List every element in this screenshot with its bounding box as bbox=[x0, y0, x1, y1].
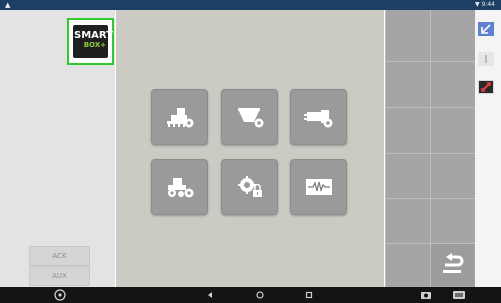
sensor-settings-button[interactable] bbox=[290, 89, 347, 145]
lock-settings-button[interactable] bbox=[221, 159, 278, 215]
grid-divider bbox=[385, 198, 475, 199]
implement-settings-icon bbox=[166, 108, 193, 128]
grid-divider bbox=[385, 153, 475, 154]
more-vertical-icon bbox=[485, 55, 487, 63]
diagnostics-button[interactable] bbox=[290, 159, 347, 215]
sensor-settings-icon bbox=[303, 110, 332, 128]
screenshot-icon[interactable] bbox=[452, 289, 466, 301]
back-button[interactable] bbox=[431, 244, 474, 286]
arrow-down-left-icon bbox=[481, 24, 491, 34]
nav-back-icon[interactable] bbox=[205, 290, 215, 300]
status-left-glyph: ▲ bbox=[5, 1, 11, 9]
more-options-button[interactable] bbox=[478, 52, 494, 66]
tractor-settings-icon bbox=[167, 178, 193, 198]
logo-text-smart: SMART bbox=[74, 30, 113, 41]
nav-recents-icon[interactable] bbox=[304, 290, 314, 300]
logo-plate: SMART BOX+ bbox=[73, 25, 113, 58]
grid-divider bbox=[385, 107, 475, 108]
status-bar: ▲ ▼ 9:44 bbox=[0, 0, 501, 10]
nav-home-icon[interactable] bbox=[255, 290, 265, 300]
back-arrow-icon bbox=[443, 253, 464, 273]
tractor-settings-button[interactable] bbox=[151, 159, 208, 215]
expand-arrows-icon bbox=[479, 81, 493, 93]
expand-button[interactable] bbox=[478, 80, 494, 94]
ack-button[interactable]: ACK bbox=[29, 246, 90, 266]
lock-settings-icon bbox=[237, 176, 262, 197]
spreader-settings-icon bbox=[237, 108, 263, 128]
grid-divider bbox=[385, 61, 475, 62]
diagnostics-signal-icon bbox=[305, 179, 332, 195]
main-workspace bbox=[116, 10, 384, 287]
camera-icon[interactable] bbox=[420, 289, 432, 301]
smartbox-logo[interactable]: SMART BOX+ bbox=[67, 18, 114, 65]
minimize-button[interactable] bbox=[478, 22, 494, 36]
system-nav-bar bbox=[0, 287, 501, 303]
app-shortcut-icon[interactable] bbox=[54, 289, 66, 301]
implement-settings-button[interactable] bbox=[151, 89, 208, 145]
spreader-settings-button[interactable] bbox=[221, 89, 278, 145]
logo-text-box: BOX+ bbox=[83, 41, 106, 49]
grid-divider bbox=[385, 10, 386, 287]
aux-button[interactable]: AUX bbox=[29, 266, 90, 286]
status-right-text: ▼ 9:44 bbox=[475, 1, 495, 8]
